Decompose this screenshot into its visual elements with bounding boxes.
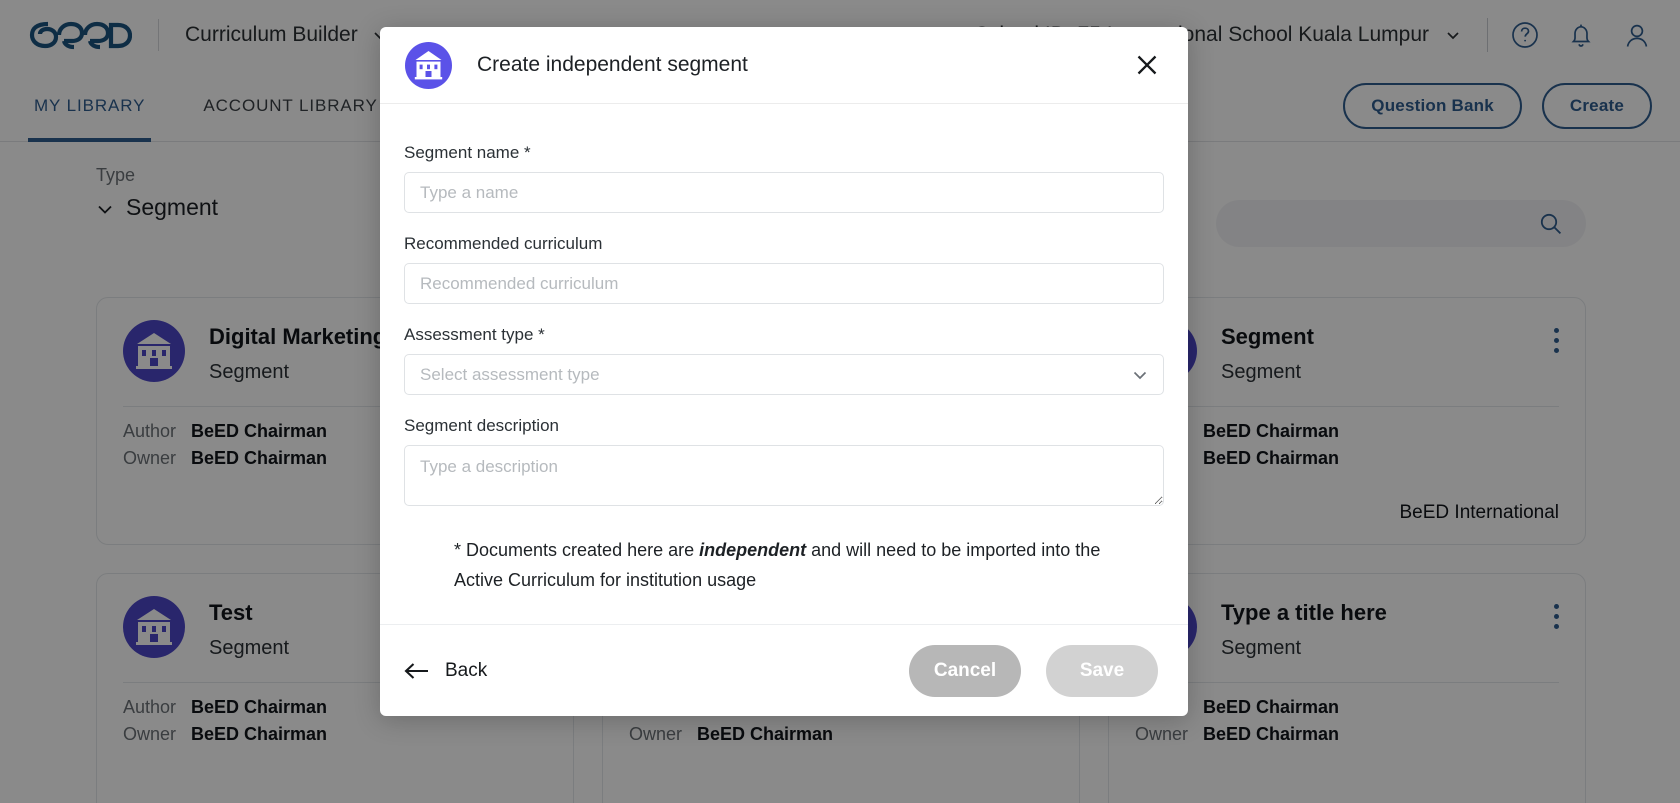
back-button-label: Back (445, 659, 488, 681)
app-root: Curriculum Builder School ID: 75 Interna… (0, 0, 1680, 803)
arrow-left-icon (404, 661, 430, 681)
segment-description-textarea[interactable] (404, 445, 1164, 506)
segment-name-field: Segment name * (404, 143, 1164, 213)
recommended-curriculum-label: Recommended curriculum (404, 234, 603, 253)
dialog-header: Create independent segment (380, 27, 1188, 104)
assessment-type-select-wrapper (404, 354, 1164, 395)
school-building-icon (405, 41, 452, 89)
cancel-button[interactable]: Cancel (909, 644, 1021, 697)
dialog-title: Create independent segment (477, 53, 748, 76)
save-button[interactable]: Save (1046, 644, 1158, 697)
recommended-curriculum-input[interactable] (404, 263, 1164, 304)
assessment-type-field: Assessment type * (404, 325, 1164, 395)
segment-name-input[interactable] (404, 172, 1164, 213)
assessment-type-label: Assessment type * (404, 325, 545, 344)
recommended-curriculum-field: Recommended curriculum (404, 234, 1164, 304)
create-independent-segment-dialog: Create independent segment Segment name … (380, 27, 1188, 716)
segment-description-field: Segment description (404, 416, 1164, 511)
dialog-footer: Back Cancel Save (380, 624, 1188, 716)
segment-description-label: Segment description (404, 416, 559, 435)
dialog-body: Segment name * Recommended curriculum As… (380, 104, 1188, 624)
close-icon[interactable] (1130, 48, 1164, 82)
back-button[interactable]: Back (404, 660, 487, 682)
note-part-1: * Documents created here are (454, 540, 700, 560)
segment-name-label: Segment name * (404, 143, 531, 162)
note-emphasis: independent (699, 540, 807, 560)
assessment-type-select[interactable] (404, 354, 1164, 395)
independent-documents-note: * Documents created here are independent… (454, 535, 1144, 595)
